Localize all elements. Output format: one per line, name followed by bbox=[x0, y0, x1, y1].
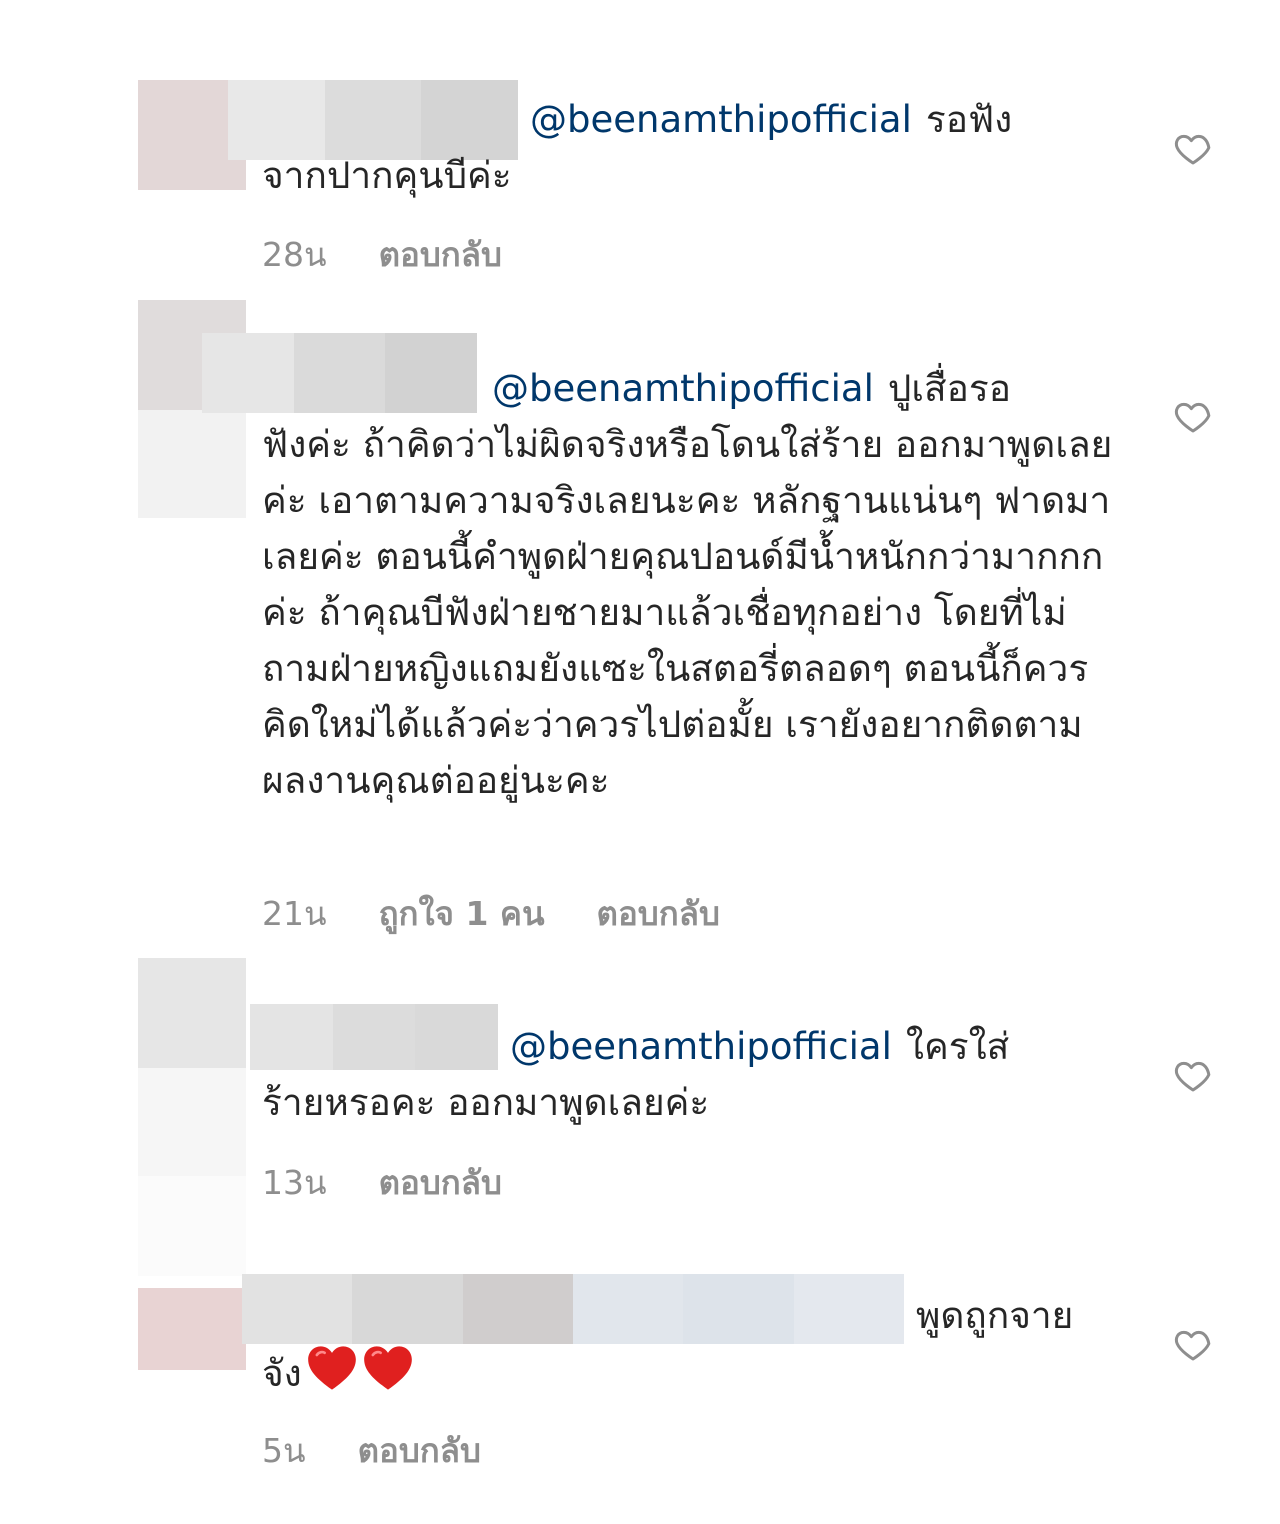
mention-link[interactable]: @beenamthipofficial bbox=[510, 1025, 892, 1068]
mention-link[interactable]: @beenamthipofficial bbox=[492, 367, 874, 410]
comment-text: @beenamthipofficial รอฟัง จากปากคุนบีค่ะ bbox=[262, 92, 1122, 204]
comment-text-rest: จากปากคุนบีค่ะ bbox=[262, 154, 512, 197]
comment-text-start: รอฟัง bbox=[925, 98, 1013, 141]
comment-meta: 13น ตอบกลับ bbox=[262, 1156, 502, 1209]
like-heart-icon[interactable] bbox=[1172, 128, 1214, 168]
comment-text-rest: ร้ายหรอคะ ออกมาพูดเลยค่ะ bbox=[262, 1081, 710, 1124]
comment-meta: 21น ถูกใจ 1 คน ตอบกลับ bbox=[262, 887, 720, 940]
comment-text-start: ใครใส่ bbox=[905, 1025, 1010, 1068]
reply-button[interactable]: ตอบกลับ bbox=[379, 228, 502, 281]
timestamp: 28น bbox=[262, 235, 327, 274]
timestamp: 13น bbox=[262, 1163, 327, 1202]
likes-count[interactable]: ถูกใจ 1 คน bbox=[379, 887, 545, 940]
reply-button[interactable]: ตอบกลับ bbox=[358, 1424, 481, 1477]
reply-button[interactable]: ตอบกลับ bbox=[597, 887, 720, 940]
comment-meta: 28น ตอบกลับ bbox=[262, 228, 502, 281]
avatar[interactable] bbox=[138, 958, 246, 1068]
comment-text: @beenamthipofficial ปูเสื่อรอ ฟังค่ะ ถ้าค… bbox=[262, 361, 1122, 809]
comment-text-start: พูดถูกจาย bbox=[916, 1294, 1074, 1337]
comment-text: @beenamthipofficial ใครใส่ ร้ายหรอคะ ออกม… bbox=[262, 1019, 1122, 1131]
comment-text-rest: ฟังค่ะ ถ้าคิดว่าไม่ผิดจริงหรือโดนใส่ร้าย… bbox=[262, 423, 1113, 802]
timestamp: 21น bbox=[262, 894, 327, 933]
comment-meta: 5น ตอบกลับ bbox=[262, 1424, 481, 1477]
avatar-lower-2 bbox=[138, 1176, 246, 1276]
reply-button[interactable]: ตอบกลับ bbox=[379, 1156, 502, 1209]
red-heart-icon bbox=[306, 1344, 358, 1392]
comment-text-start: ปูเสื่อรอ bbox=[887, 367, 1011, 410]
avatar-lower bbox=[138, 1068, 246, 1176]
comment-text-rest: จัง bbox=[262, 1352, 302, 1395]
like-heart-icon[interactable] bbox=[1172, 396, 1214, 436]
timestamp: 5น bbox=[262, 1431, 306, 1470]
avatar[interactable] bbox=[138, 1288, 246, 1370]
like-heart-icon[interactable] bbox=[1172, 1324, 1214, 1364]
avatar-lower bbox=[138, 410, 246, 518]
red-heart-icon bbox=[362, 1344, 414, 1392]
like-heart-icon[interactable] bbox=[1172, 1055, 1214, 1095]
comment-text: พูดถูกจาย จัง bbox=[262, 1288, 1122, 1402]
mention-link[interactable]: @beenamthipofficial bbox=[530, 98, 912, 141]
